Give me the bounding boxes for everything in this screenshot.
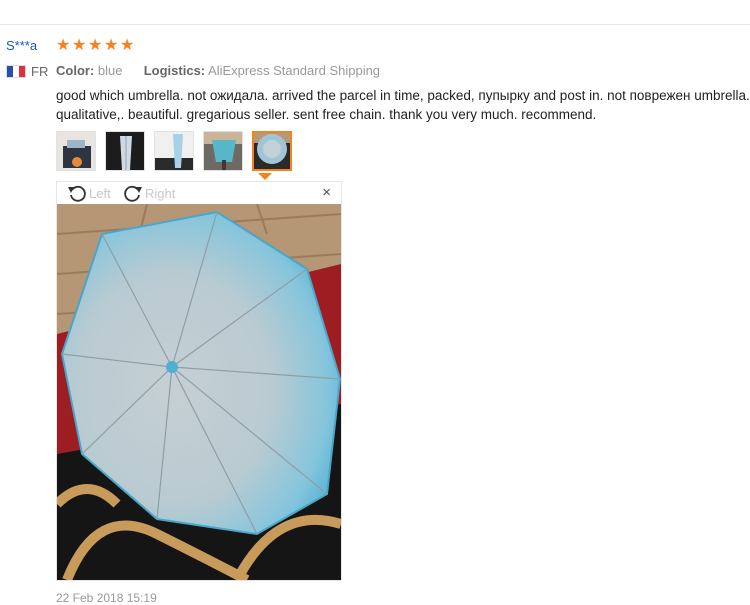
review-photo-thumbnail[interactable]: [203, 131, 243, 171]
rotate-left-icon: [68, 185, 86, 202]
review-text: good which umbrella. not ожидала. arrive…: [56, 88, 750, 122]
star-icon: ★: [104, 37, 119, 54]
rotate-right-button[interactable]: Right: [123, 184, 175, 202]
rotate-left-button[interactable]: Left: [67, 184, 111, 202]
review-photo-large: [57, 204, 341, 580]
star-icon: ★: [56, 37, 71, 54]
rotate-right-label: Right: [145, 185, 176, 201]
color-value: blue: [97, 63, 123, 78]
review-photo-thumbnail-active[interactable]: [252, 131, 292, 171]
viewer-toolbar: Left Right ×: [57, 182, 341, 204]
star-icon: ★: [88, 37, 103, 54]
order-info: Color: blue Logistics: AliExpress Standa…: [56, 63, 380, 78]
star-icon: ★: [120, 37, 135, 54]
review-photo-thumbnail[interactable]: [105, 131, 145, 171]
review-photo-thumbnail[interactable]: [56, 131, 96, 171]
photo-viewer: Left Right ×: [56, 181, 342, 581]
rotate-right-icon: [124, 185, 142, 202]
review-date: 22 Feb 2018 15:19: [56, 591, 157, 605]
star-icon: ★: [72, 37, 87, 54]
logistics-label: Logistics:: [143, 63, 206, 78]
rating-stars: ★ ★ ★ ★ ★: [56, 37, 135, 54]
active-thumbnail-caret: [258, 173, 272, 180]
france-flag-icon: [6, 65, 26, 78]
top-divider: [0, 24, 750, 25]
photo-thumbnails: [56, 131, 292, 171]
color-label: Color:: [56, 63, 95, 78]
reviewer-name[interactable]: S***a: [6, 38, 37, 53]
rotate-left-label: Left: [89, 185, 111, 201]
close-icon[interactable]: ×: [322, 185, 331, 200]
review-photo-thumbnail[interactable]: [154, 131, 194, 171]
logistics-value: AliExpress Standard Shipping: [208, 63, 381, 78]
reviewer-country: FR: [31, 64, 49, 79]
